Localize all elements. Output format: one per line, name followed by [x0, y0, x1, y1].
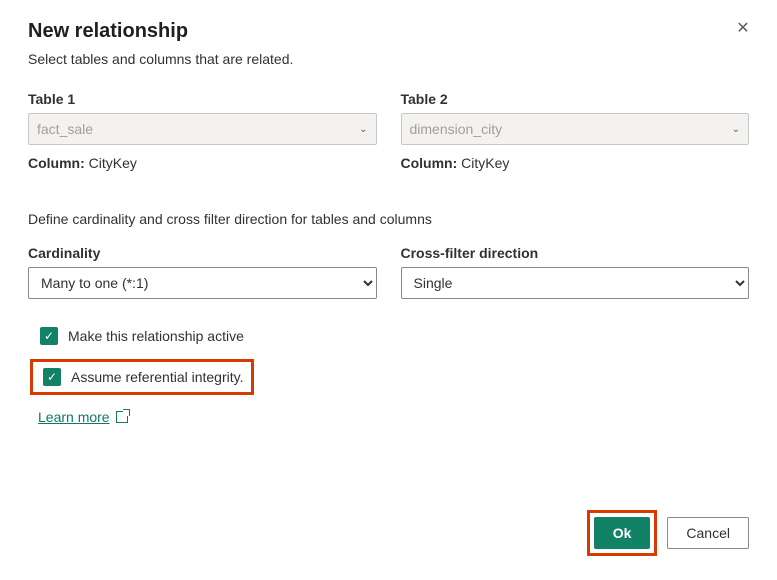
- chevron-down-icon: ⌄: [359, 124, 367, 135]
- section-description: Define cardinality and cross filter dire…: [28, 211, 749, 227]
- dialog-footer: Ok Cancel: [587, 510, 749, 556]
- learn-more-link[interactable]: Learn more: [38, 409, 128, 425]
- dialog-subtitle: Select tables and columns that are relat…: [28, 51, 749, 67]
- ok-button[interactable]: Ok: [594, 517, 651, 549]
- table1-column-label: Column:: [28, 155, 85, 171]
- table2-column-label: Column:: [401, 155, 458, 171]
- cardinality-row: Cardinality Many to one (*:1) Cross-filt…: [28, 245, 749, 299]
- new-relationship-dialog: ✕ New relationship Select tables and col…: [0, 0, 777, 580]
- learn-more-text: Learn more: [38, 409, 110, 425]
- referential-integrity-highlight: ✓ Assume referential integrity.: [30, 359, 254, 395]
- table1-column-value: CityKey: [89, 155, 137, 171]
- dialog-title: New relationship: [28, 20, 749, 43]
- external-link-icon: [116, 411, 128, 423]
- table2-label: Table 2: [401, 91, 750, 107]
- ok-button-highlight: Ok: [587, 510, 658, 556]
- tables-row: Table 1 fact_sale ⌄ Column: CityKey Tabl…: [28, 91, 749, 171]
- table2-column-value: CityKey: [461, 155, 509, 171]
- referential-checkbox-label: Assume referential integrity.: [71, 369, 243, 385]
- close-icon: ✕: [736, 18, 749, 38]
- crossfilter-select[interactable]: Single: [401, 267, 750, 299]
- crossfilter-label: Cross-filter direction: [401, 245, 750, 261]
- table1-label: Table 1: [28, 91, 377, 107]
- crossfilter-column: Cross-filter direction Single: [401, 245, 750, 299]
- active-checkbox-label: Make this relationship active: [68, 328, 244, 344]
- chevron-down-icon: ⌄: [732, 124, 740, 135]
- table2-value: dimension_city: [410, 121, 503, 137]
- cardinality-column: Cardinality Many to one (*:1): [28, 245, 377, 299]
- cardinality-select[interactable]: Many to one (*:1): [28, 267, 377, 299]
- table2-dropdown[interactable]: dimension_city ⌄: [401, 113, 750, 145]
- cardinality-label: Cardinality: [28, 245, 377, 261]
- table1-dropdown[interactable]: fact_sale ⌄: [28, 113, 377, 145]
- table2-column-line: Column: CityKey: [401, 155, 750, 171]
- checkbox-checked-icon: ✓: [40, 327, 58, 345]
- table2-column: Table 2 dimension_city ⌄ Column: CityKey: [401, 91, 750, 171]
- close-button[interactable]: ✕: [733, 18, 753, 38]
- table1-value: fact_sale: [37, 121, 93, 137]
- table1-column-line: Column: CityKey: [28, 155, 377, 171]
- active-checkbox-row[interactable]: ✓ Make this relationship active: [40, 327, 749, 345]
- checkbox-checked-icon[interactable]: ✓: [43, 368, 61, 386]
- table1-column: Table 1 fact_sale ⌄ Column: CityKey: [28, 91, 377, 171]
- cancel-button[interactable]: Cancel: [667, 517, 749, 549]
